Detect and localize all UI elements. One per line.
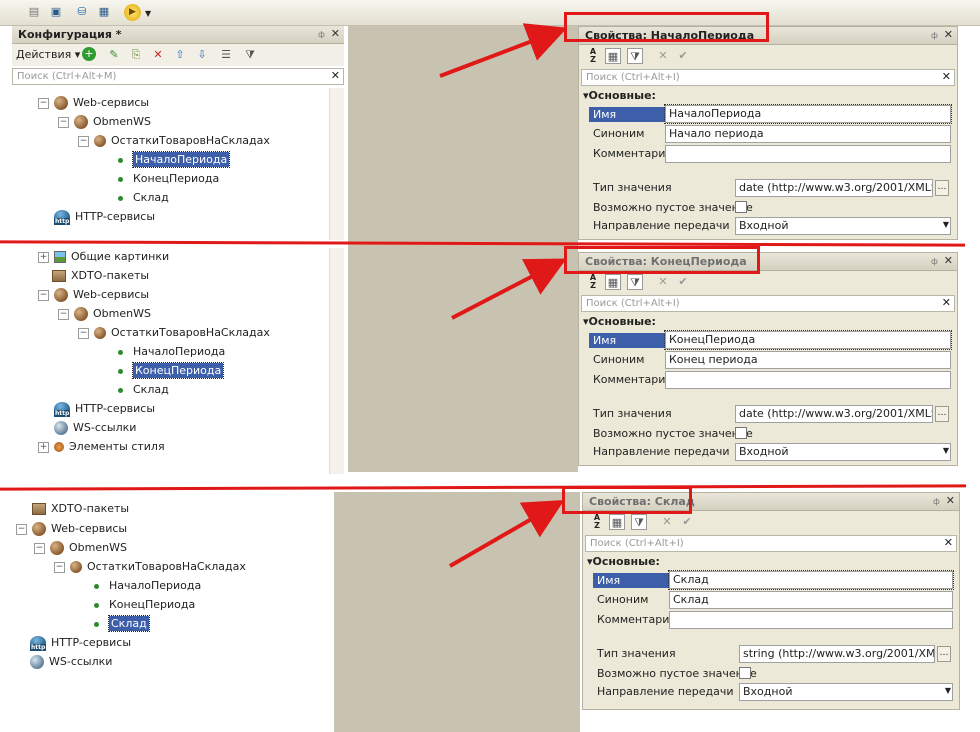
annotation-arrows xyxy=(439,23,568,568)
arrow-2 xyxy=(451,258,567,320)
arrow-3 xyxy=(449,500,565,568)
arrow-1 xyxy=(439,23,568,78)
